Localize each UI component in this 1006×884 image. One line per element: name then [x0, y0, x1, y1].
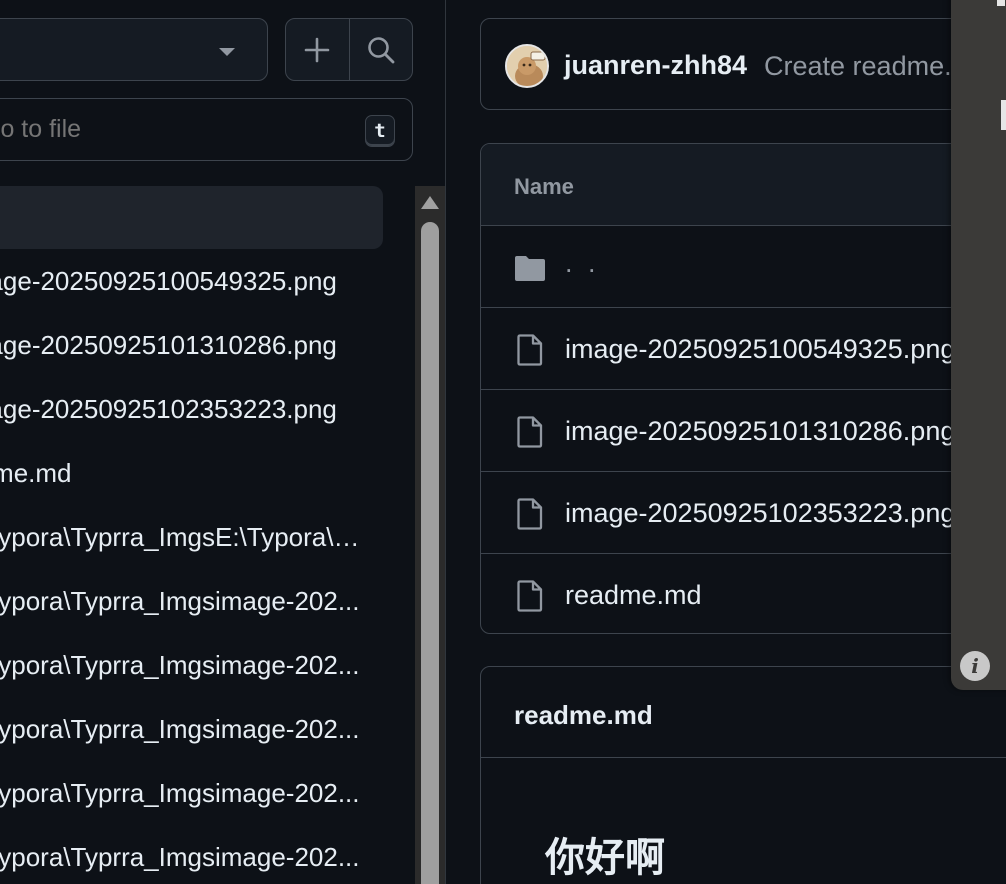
file-name-link[interactable]: readme.md — [565, 580, 702, 611]
file-name-link[interactable]: image-20250925101310286.png — [565, 416, 955, 447]
readme-heading: 你好啊 — [545, 835, 665, 881]
overlay-sidebar: i — [951, 0, 1006, 690]
commit-author-link[interactable]: juanren-zhh84 — [564, 50, 747, 81]
table-row-parent-dir[interactable]: . . — [481, 226, 1006, 308]
readme-header: readme.md — [481, 667, 1006, 758]
file-tree: image-20250925100549325.png image-202509… — [0, 186, 400, 884]
tree-item[interactable]: image-20250925102353223.png — [0, 377, 383, 441]
info-icon[interactable]: i — [960, 651, 990, 681]
tree-item-label: E:\Typora\Typrra_ImgsE:\Typora\T... — [0, 521, 366, 552]
file-icon — [517, 580, 543, 612]
tree-item-label: E:\Typora\Typrra_Imgsimage-202... — [0, 585, 360, 616]
file-icon — [517, 498, 543, 530]
plus-icon — [305, 37, 330, 62]
file-actions-group — [285, 18, 413, 81]
tree-item[interactable]: E:\Typora\Typrra_Imgsimage-202... — [0, 569, 383, 633]
search-icon — [368, 36, 395, 63]
scrollbar-thumb[interactable] — [421, 222, 439, 884]
file-icon — [517, 416, 543, 448]
shortcut-key: t — [365, 115, 395, 147]
tree-item-label: readme.md — [0, 457, 72, 488]
avatar[interactable] — [505, 44, 549, 88]
tree-item-label: E:\Typora\Typrra_Imgsimage-202... — [0, 713, 360, 744]
tree-item[interactable]: readme.md — [0, 441, 383, 505]
tree-item[interactable]: E:\Typora\Typrra_Imgsimage-202... — [0, 761, 383, 825]
tree-item[interactable]: image-20250925100549325.png — [0, 249, 383, 313]
overlay-glyph — [997, 0, 1005, 6]
tree-item-label: E:\Typora\Typrra_Imgsimage-202... — [0, 777, 360, 808]
branch-select[interactable] — [0, 18, 268, 81]
tree-item-label: image-20250925102353223.png — [0, 393, 337, 424]
file-name-link[interactable]: image-20250925100549325.png — [565, 334, 955, 365]
readme-panel: readme.md 你好啊 — [480, 666, 1006, 884]
table-row[interactable]: image-20250925100549325.png — [481, 308, 1006, 390]
go-to-file-field[interactable]: t — [0, 98, 413, 161]
tree-item[interactable]: E:\Typora\Typrra_Imgsimage-202... — [0, 825, 383, 884]
tree-item-label: image-20250925101310286.png — [0, 329, 337, 360]
tree-item[interactable]: E:\Typora\Typrra_ImgsE:\Typora\T... — [0, 505, 383, 569]
go-to-file-input[interactable] — [0, 99, 351, 160]
tree-item-label: image-20250925100549325.png — [0, 265, 337, 296]
table-row[interactable]: image-20250925102353223.png — [481, 472, 1006, 554]
tree-scrollbar[interactable] — [415, 186, 445, 884]
folder-icon — [515, 256, 545, 281]
readme-title[interactable]: readme.md — [514, 700, 653, 731]
file-table: Name . . image-20250925100549325.png ima… — [480, 143, 1006, 634]
chevron-down-icon — [219, 48, 235, 56]
avatar-image — [507, 46, 547, 86]
tree-item[interactable]: E:\Typora\Typrra_Imgsimage-202... — [0, 697, 383, 761]
add-file-button[interactable] — [286, 19, 349, 80]
scroll-up-icon[interactable] — [421, 196, 439, 209]
file-tree-panel: t image-20250925100549325.png image-2025… — [0, 0, 446, 884]
overlay-glyph — [1001, 100, 1006, 130]
file-icon — [517, 334, 543, 366]
file-name-link[interactable]: image-20250925102353223.png — [565, 498, 955, 529]
column-header-name: Name — [514, 174, 574, 199]
table-row[interactable]: readme.md — [481, 554, 1006, 633]
tree-item-label: E:\Typora\Typrra_Imgsimage-202... — [0, 841, 360, 872]
table-header: Name — [481, 144, 1006, 226]
tree-item[interactable]: E:\Typora\Typrra_Imgsimage-202... — [0, 633, 383, 697]
search-button[interactable] — [348, 19, 412, 80]
latest-commit: juanren-zhh84 Create readme.md — [480, 18, 1006, 110]
tree-item-label: E:\Typora\Typrra_Imgsimage-202... — [0, 649, 360, 680]
parent-dir-link[interactable]: . . — [565, 248, 600, 279]
tree-item-selected[interactable] — [0, 186, 383, 249]
tree-item[interactable]: image-20250925101310286.png — [0, 313, 383, 377]
table-row[interactable]: image-20250925101310286.png — [481, 390, 1006, 472]
